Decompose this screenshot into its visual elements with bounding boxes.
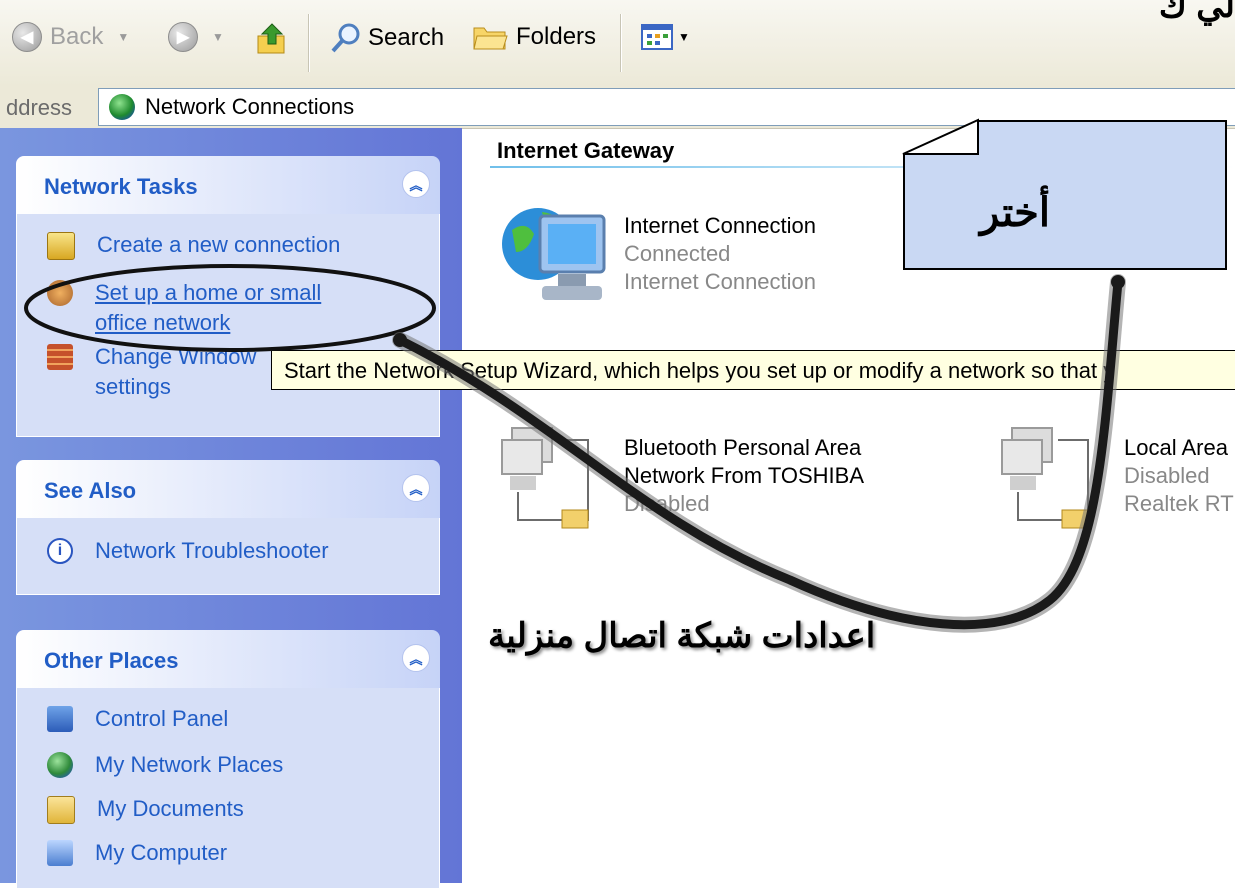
task-label-line1: Change Window — [95, 344, 257, 369]
task-label: Set up a home or small office network — [95, 278, 321, 338]
connection-name: Internet Connection — [624, 213, 817, 238]
up-folder-button[interactable] — [255, 22, 289, 56]
connection-adapter: Realtek RT — [1124, 491, 1234, 516]
forward-arrow-icon: ▶ — [168, 22, 198, 52]
local-area-connection-text: Local Area Disabled Realtek RT — [1124, 434, 1234, 518]
network-tasks-body: Create a new connection Set up a home or… — [16, 214, 440, 437]
connection-type: Internet Connection — [624, 269, 817, 294]
firewall-icon — [47, 344, 73, 370]
place-my-computer[interactable]: My Computer — [47, 838, 227, 868]
info-icon: i — [47, 538, 73, 564]
panel-title: Network Tasks — [44, 174, 198, 199]
search-icon — [331, 23, 360, 53]
panel-title: Other Places — [44, 648, 179, 673]
connection-name: Local Area — [1124, 435, 1228, 460]
address-label: ddress — [6, 95, 73, 120]
search-button[interactable]: Search — [330, 22, 444, 54]
connector-dot-end — [1111, 275, 1125, 289]
task-label-line1: Set up a home or small — [95, 280, 322, 305]
callout-note — [903, 120, 1227, 270]
connection-status: Connected — [624, 241, 731, 266]
home-network-icon — [47, 280, 73, 306]
back-button[interactable]: ◀ Back ▼ — [12, 22, 129, 52]
control-panel-icon — [47, 706, 73, 732]
other-places-header[interactable]: Other Places ︽ — [16, 630, 440, 688]
folders-button[interactable]: Folders — [472, 22, 596, 52]
address-value: Network Connections — [145, 94, 355, 119]
place-control-panel[interactable]: Control Panel — [47, 704, 228, 734]
computer-icon — [47, 840, 73, 866]
lan-disabled-icon — [1001, 427, 1089, 529]
task-label: Create a new connection — [97, 232, 341, 257]
views-dropdown-icon: ▼ — [678, 30, 690, 44]
task-label: Network Troubleshooter — [95, 538, 329, 563]
folders-label: Folders — [516, 23, 597, 50]
network-tasks-panel: Network Tasks ︽ Create a new connection … — [16, 156, 440, 437]
task-firewall[interactable]: Change Window settings — [47, 342, 256, 402]
place-network-places[interactable]: My Network Places — [47, 750, 283, 780]
folder-icon — [473, 27, 508, 50]
task-pane: Network Tasks ︽ Create a new connection … — [0, 128, 462, 889]
chevron-up-double-icon[interactable]: ︽ — [402, 170, 430, 198]
local-area-connection-item[interactable]: Local Area Disabled Realtek RT — [998, 420, 1235, 530]
see-also-panel: See Also ︽ i Network Troubleshooter — [16, 460, 440, 595]
place-label: My Computer — [95, 840, 228, 865]
connection-status: Disabled — [624, 491, 710, 516]
place-label: My Documents — [97, 796, 244, 821]
search-label: Search — [368, 24, 445, 51]
network-places-icon — [47, 752, 73, 778]
task-troubleshooter[interactable]: i Network Troubleshooter — [47, 536, 329, 566]
group-title: Internet Gateway — [497, 138, 675, 163]
panel-title: See Also — [44, 478, 137, 503]
documents-icon — [47, 796, 75, 824]
annotation-caption: اعدادات شبكة اتصال منزلية — [488, 617, 876, 655]
place-label: Control Panel — [95, 706, 229, 731]
task-create-connection[interactable]: Create a new connection — [47, 230, 340, 260]
task-label: Change Window settings — [95, 342, 256, 402]
internet-connection-icon — [502, 208, 606, 300]
chevron-up-double-icon[interactable]: ︽ — [402, 644, 430, 672]
views-icon — [641, 24, 673, 50]
chevron-up-double-icon[interactable]: ︽ — [402, 474, 430, 502]
callout-text: أختر — [980, 191, 1050, 235]
other-places-body: Control Panel My Network Places My Docum… — [16, 688, 440, 889]
other-places-panel: Other Places ︽ Control Panel My Network … — [16, 630, 440, 889]
forward-dropdown-icon: ▼ — [212, 30, 224, 44]
back-label: Back — [50, 23, 104, 50]
connection-name: Bluetooth Personal Area — [624, 435, 862, 460]
lan-disabled-icon — [501, 427, 589, 529]
toolbar-separator — [308, 14, 310, 72]
task-home-network[interactable]: Set up a home or small office network — [47, 278, 321, 338]
forward-button[interactable]: ▶ ▼ — [168, 22, 224, 52]
network-connections-icon — [109, 94, 135, 120]
see-also-header[interactable]: See Also ︽ — [16, 460, 440, 518]
place-my-documents[interactable]: My Documents — [47, 794, 244, 824]
bluetooth-connection-text: Bluetooth Personal Area Network From TOS… — [624, 434, 864, 518]
up-folder-icon — [257, 23, 285, 54]
task-label-line2: office network — [95, 310, 231, 335]
task-label-line2: settings — [95, 374, 171, 399]
internet-connection-text: Internet Connection Connected Internet C… — [624, 212, 816, 296]
see-also-body: i Network Troubleshooter — [16, 518, 440, 595]
back-dropdown-icon: ▼ — [117, 30, 130, 44]
network-tasks-header[interactable]: Network Tasks ︽ — [16, 156, 440, 214]
back-arrow-icon: ◀ — [12, 22, 42, 52]
views-button[interactable]: ▼ — [640, 22, 690, 52]
place-label: My Network Places — [95, 752, 284, 777]
tooltip: Start the Network Setup Wizard, which he… — [271, 350, 1235, 390]
connection-name-line2: Network From TOSHIBA — [624, 463, 865, 488]
toolbar-separator — [620, 14, 622, 72]
new-connection-icon — [47, 232, 75, 260]
connection-status: Disabled — [1124, 463, 1210, 488]
corner-text: لي ك — [1158, 0, 1235, 25]
toolbar: ◀ Back ▼ ▶ ▼ Search Folders ▼ لي ك — [0, 0, 1235, 87]
